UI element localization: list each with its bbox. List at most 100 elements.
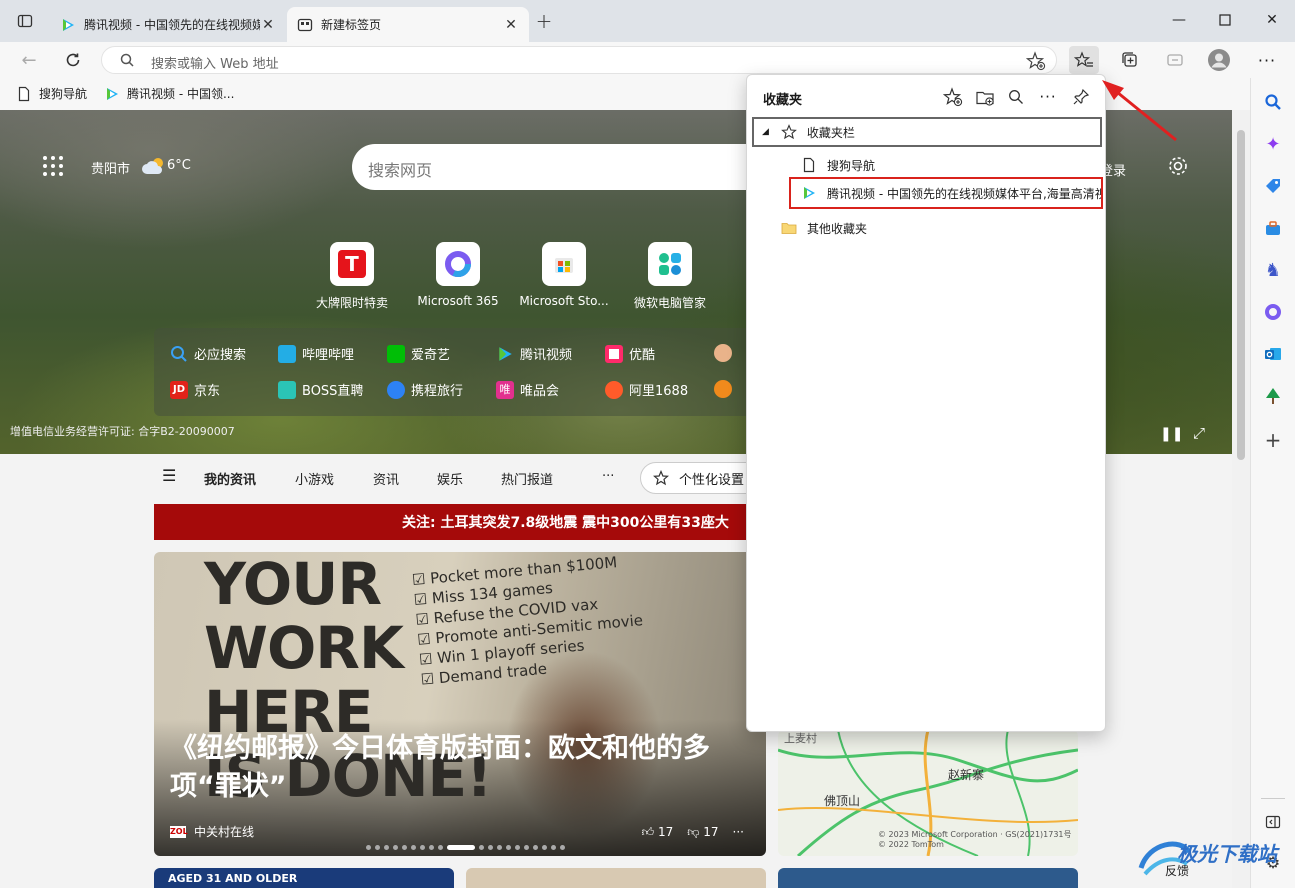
like-button[interactable]: 👍︎ 17 (642, 825, 674, 840)
refresh-icon[interactable] (61, 48, 85, 72)
apps-grid-icon[interactable] (42, 155, 64, 181)
favorites-bar-folder[interactable]: ◢ 收藏夹栏 (752, 117, 1102, 147)
address-bar[interactable]: 搜索或输入 Web 地址 (101, 46, 1057, 74)
collapse-triangle-icon[interactable]: ◢ (762, 127, 769, 137)
quick-link-store[interactable]: Microsoft Sto... (509, 242, 619, 308)
map-card[interactable]: 上麦村 赵新寨 佛顶山 © 2023 Microsoft Corporation… (778, 730, 1078, 856)
tab-actions-icon[interactable] (16, 12, 34, 30)
bookmark-sogou[interactable]: 搜狗导航 (16, 85, 87, 102)
site-link-tencent-video[interactable]: 腾讯视频 (496, 344, 572, 363)
site-link-jd[interactable]: JD 京东 (170, 380, 220, 399)
map-place-label: 上麦村 (784, 732, 817, 745)
menu-icon[interactable]: ☰ (162, 466, 176, 485)
weather-location[interactable]: 贵阳市 (91, 158, 130, 177)
site-link-ctrip[interactable]: 携程旅行 (387, 380, 463, 399)
sidebar-outlook-icon[interactable] (1263, 344, 1283, 364)
feed-tab-entertainment[interactable]: 娱乐 (437, 469, 463, 488)
site-link-vip[interactable]: 唯唯品会 (496, 380, 559, 399)
more-icon[interactable]: ··· (733, 825, 744, 840)
dislike-button[interactable]: 👎︎ 17 (687, 825, 718, 840)
feed-tab-news[interactable]: 资讯 (373, 469, 399, 488)
new-tab-plus-icon[interactable]: + (535, 9, 553, 33)
site-link-youku[interactable]: 优酷 (605, 344, 655, 363)
breaking-news-banner[interactable]: 关注: 土耳其突发7.8级地震 震中300公里有33座大 (154, 504, 754, 540)
favorite-label: 腾讯视频 - 中国领先的在线视频媒体平台,海量高清视频在线观看 (827, 186, 1101, 201)
more-options-icon[interactable]: ··· (1036, 85, 1060, 109)
favorites-button[interactable] (1069, 46, 1099, 74)
quick-link-pc-manager[interactable]: 微软电脑管家 (615, 242, 725, 311)
sidebar-add-icon[interactable]: + (1263, 428, 1283, 452)
bottom-story-card[interactable]: AGED 31 AND OLDER (154, 868, 454, 888)
favorite-item-sogou[interactable]: 搜狗导航 (801, 155, 875, 175)
more-options-icon[interactable]: ··· (1252, 46, 1282, 74)
quick-link-m365[interactable]: Microsoft 365 (403, 242, 513, 308)
add-page-to-favorites-icon[interactable] (941, 85, 965, 109)
site-links-panel: 必应搜索 哔哩哔哩 爱奇艺 腾讯视频 优酷 JD 京东 BOSS直聘 携程旅行 唯… (154, 328, 754, 416)
feed-tab-hot[interactable]: 热门报道 (501, 469, 553, 488)
story-source[interactable]: ZOL 中关村在线 (170, 823, 254, 840)
minimize-icon[interactable]: — (1169, 10, 1189, 30)
carousel-dots[interactable] (366, 845, 565, 850)
bookmark-tencent-video[interactable]: 腾讯视频 - 中国领... (104, 85, 234, 102)
add-folder-icon[interactable] (973, 85, 997, 109)
bottom-story-card[interactable] (466, 868, 766, 888)
hide-sidebar-icon[interactable] (1263, 812, 1283, 832)
extension-button[interactable] (1160, 46, 1190, 74)
add-favorite-icon[interactable] (1026, 51, 1046, 71)
maximize-icon[interactable] (1215, 10, 1235, 30)
search-favorites-icon[interactable] (1004, 85, 1028, 109)
sidebar-games-icon[interactable]: ♞ (1263, 260, 1283, 281)
story-headline[interactable]: 《纽约邮报》今日体育版封面：欧文和他的多项“罪状” (170, 730, 750, 806)
site-link-bing[interactable]: 必应搜索 (170, 344, 246, 363)
site-link-boss[interactable]: BOSS直聘 (278, 380, 363, 399)
site-link-1688[interactable]: 阿里1688 (605, 380, 688, 399)
folder-label: 收藏夹栏 (806, 125, 855, 140)
close-window-icon[interactable]: ✕ (1262, 10, 1282, 30)
feed-tab-games[interactable]: 小游戏 (295, 469, 334, 488)
sidebar-divider (1261, 798, 1285, 799)
edge-sidebar: ✦ ♞ + ⚙ (1250, 78, 1295, 888)
pause-icon[interactable]: ❚❚ (1160, 426, 1183, 442)
avatar-icon (1208, 49, 1230, 71)
quick-link-deals[interactable]: T 大牌限时特卖 (297, 242, 407, 311)
pin-icon[interactable] (1069, 85, 1093, 109)
sidebar-m365-icon[interactable] (1263, 302, 1283, 322)
page-scrollbar[interactable] (1232, 110, 1250, 888)
bottom-story-card[interactable] (778, 868, 1078, 888)
close-tab-icon[interactable]: ✕ (260, 17, 276, 33)
sidebar-tree-icon[interactable] (1263, 386, 1283, 406)
sidebar-discover-icon[interactable]: ✦ (1263, 134, 1283, 155)
site-link-more[interactable] (714, 344, 738, 362)
profile-button[interactable] (1204, 46, 1234, 74)
site-link-iqiyi[interactable]: 爱奇艺 (387, 344, 450, 363)
title-bar: 腾讯视频 - 中国领先的在线视频媒体平台,海量高清视频在线观看 ✕ 新建标签页 … (0, 0, 1295, 42)
back-arrow-icon[interactable]: ← (17, 48, 41, 72)
scrollbar-thumb[interactable] (1237, 130, 1245, 460)
tab-tencent-video[interactable]: 腾讯视频 - 中国领先的在线视频媒体平台,海量高清视频在线观看 ✕ (50, 7, 286, 42)
other-favorites-folder[interactable]: 其他收藏夹 (781, 218, 867, 238)
favorite-item-tencent-video[interactable]: 腾讯视频 - 中国领先的在线视频媒体平台,海量高清视频在线观看 (789, 177, 1103, 209)
boss-icon (278, 380, 296, 399)
feed-tab-more[interactable]: ··· (602, 469, 614, 484)
close-tab-icon[interactable]: ✕ (503, 17, 519, 33)
site-link-bilibili[interactable]: 哔哩哔哩 (278, 344, 354, 363)
main-story-card[interactable]: YOUR WORK HERE IS DONE! ☑ Pocket more th… (154, 552, 766, 856)
sidebar-shopping-icon[interactable] (1263, 176, 1283, 196)
site-link-more-2[interactable] (714, 380, 738, 398)
microsoft-store-icon (542, 242, 586, 286)
sidebar-tools-icon[interactable] (1263, 218, 1283, 238)
expand-icon[interactable]: ⤢ (1193, 424, 1205, 442)
feed-tab-my-news[interactable]: 我的资讯 (204, 469, 256, 488)
new-tab-page-icon (297, 18, 313, 31)
address-placeholder: 搜索或输入 Web 地址 (151, 57, 279, 72)
site-link-label: 京东 (194, 384, 221, 399)
cloud-icon (141, 156, 167, 180)
sidebar-search-icon[interactable] (1263, 92, 1283, 112)
settings-gear-icon[interactable] (1167, 155, 1189, 181)
tab-new-tab[interactable]: 新建标签页 ✕ (287, 7, 529, 42)
page-icon (18, 86, 30, 101)
watermark-text: 极光下载站 (1177, 842, 1277, 866)
toolbar: ← 搜索或输入 Web 地址 ··· (0, 42, 1295, 78)
collections-button[interactable] (1115, 46, 1145, 74)
license-text: 增值电信业务经营许可证: 合字B2-20090007 (10, 425, 235, 438)
